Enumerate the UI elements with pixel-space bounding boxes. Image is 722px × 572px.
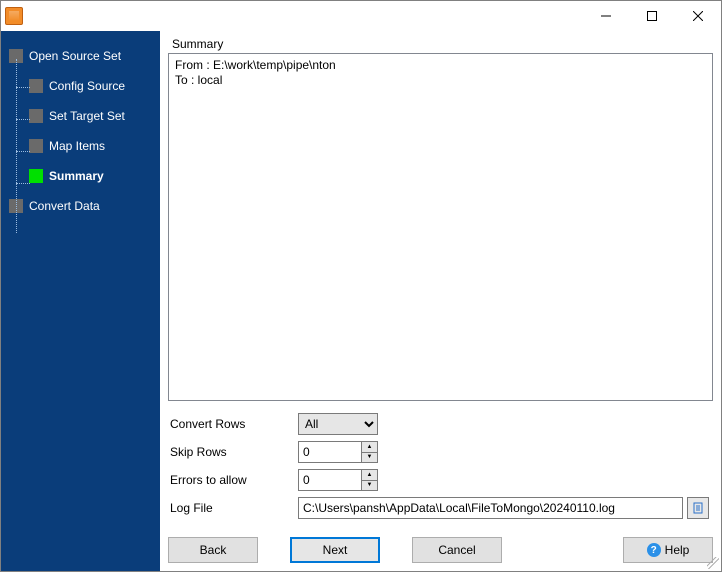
sidebar-item-label: Config Source (49, 79, 125, 93)
skip-rows-label: Skip Rows (168, 445, 298, 459)
help-button[interactable]: ? Help (623, 537, 713, 563)
close-button[interactable] (675, 1, 721, 31)
errors-down[interactable]: ▼ (362, 481, 377, 491)
sidebar-item-map-items[interactable]: Map Items (29, 135, 156, 157)
skip-rows-spinner[interactable]: ▲ ▼ (298, 441, 378, 463)
sidebar-item-label: Map Items (49, 139, 105, 153)
cancel-button[interactable]: Cancel (412, 537, 502, 563)
step-icon (29, 79, 43, 93)
convert-rows-label: Convert Rows (168, 417, 298, 431)
sidebar-item-config-source[interactable]: Config Source (29, 75, 156, 97)
errors-up[interactable]: ▲ (362, 470, 377, 481)
skip-rows-input[interactable] (299, 442, 361, 462)
step-icon (29, 139, 43, 153)
summary-textarea[interactable]: From : E:\work\temp\pipe\nton To : local (168, 53, 713, 401)
sidebar-item-open-source-set[interactable]: Open Source Set (9, 45, 156, 67)
titlebar (1, 1, 721, 31)
errors-to-allow-input[interactable] (299, 470, 361, 490)
sidebar-item-set-target-set[interactable]: Set Target Set (29, 105, 156, 127)
log-file-input[interactable] (298, 497, 683, 519)
main-panel: Summary From : E:\work\temp\pipe\nton To… (160, 31, 721, 571)
sidebar-item-convert-data[interactable]: Convert Data (9, 195, 156, 217)
log-file-browse-button[interactable] (687, 497, 709, 519)
document-icon (692, 502, 704, 514)
step-icon (29, 169, 43, 183)
errors-to-allow-spinner[interactable]: ▲ ▼ (298, 469, 378, 491)
maximize-button[interactable] (629, 1, 675, 31)
errors-to-allow-label: Errors to allow (168, 473, 298, 487)
step-icon (29, 109, 43, 123)
convert-rows-select[interactable]: All (298, 413, 378, 435)
skip-rows-down[interactable]: ▼ (362, 453, 377, 463)
sidebar-item-label: Open Source Set (29, 49, 121, 63)
sidebar-item-summary[interactable]: Summary (29, 165, 156, 187)
summary-heading: Summary (172, 37, 713, 51)
help-icon: ? (647, 543, 661, 557)
app-icon (5, 7, 23, 25)
skip-rows-up[interactable]: ▲ (362, 442, 377, 453)
wizard-sidebar: Open Source Set Config Source Set Target… (1, 31, 160, 571)
app-window: Open Source Set Config Source Set Target… (0, 0, 722, 572)
sidebar-item-label: Convert Data (29, 199, 100, 213)
sidebar-item-label: Summary (49, 169, 104, 183)
back-button[interactable]: Back (168, 537, 258, 563)
resize-grip[interactable] (707, 557, 719, 569)
log-file-label: Log File (168, 501, 298, 515)
sidebar-item-label: Set Target Set (49, 109, 125, 123)
minimize-button[interactable] (583, 1, 629, 31)
next-button[interactable]: Next (290, 537, 380, 563)
